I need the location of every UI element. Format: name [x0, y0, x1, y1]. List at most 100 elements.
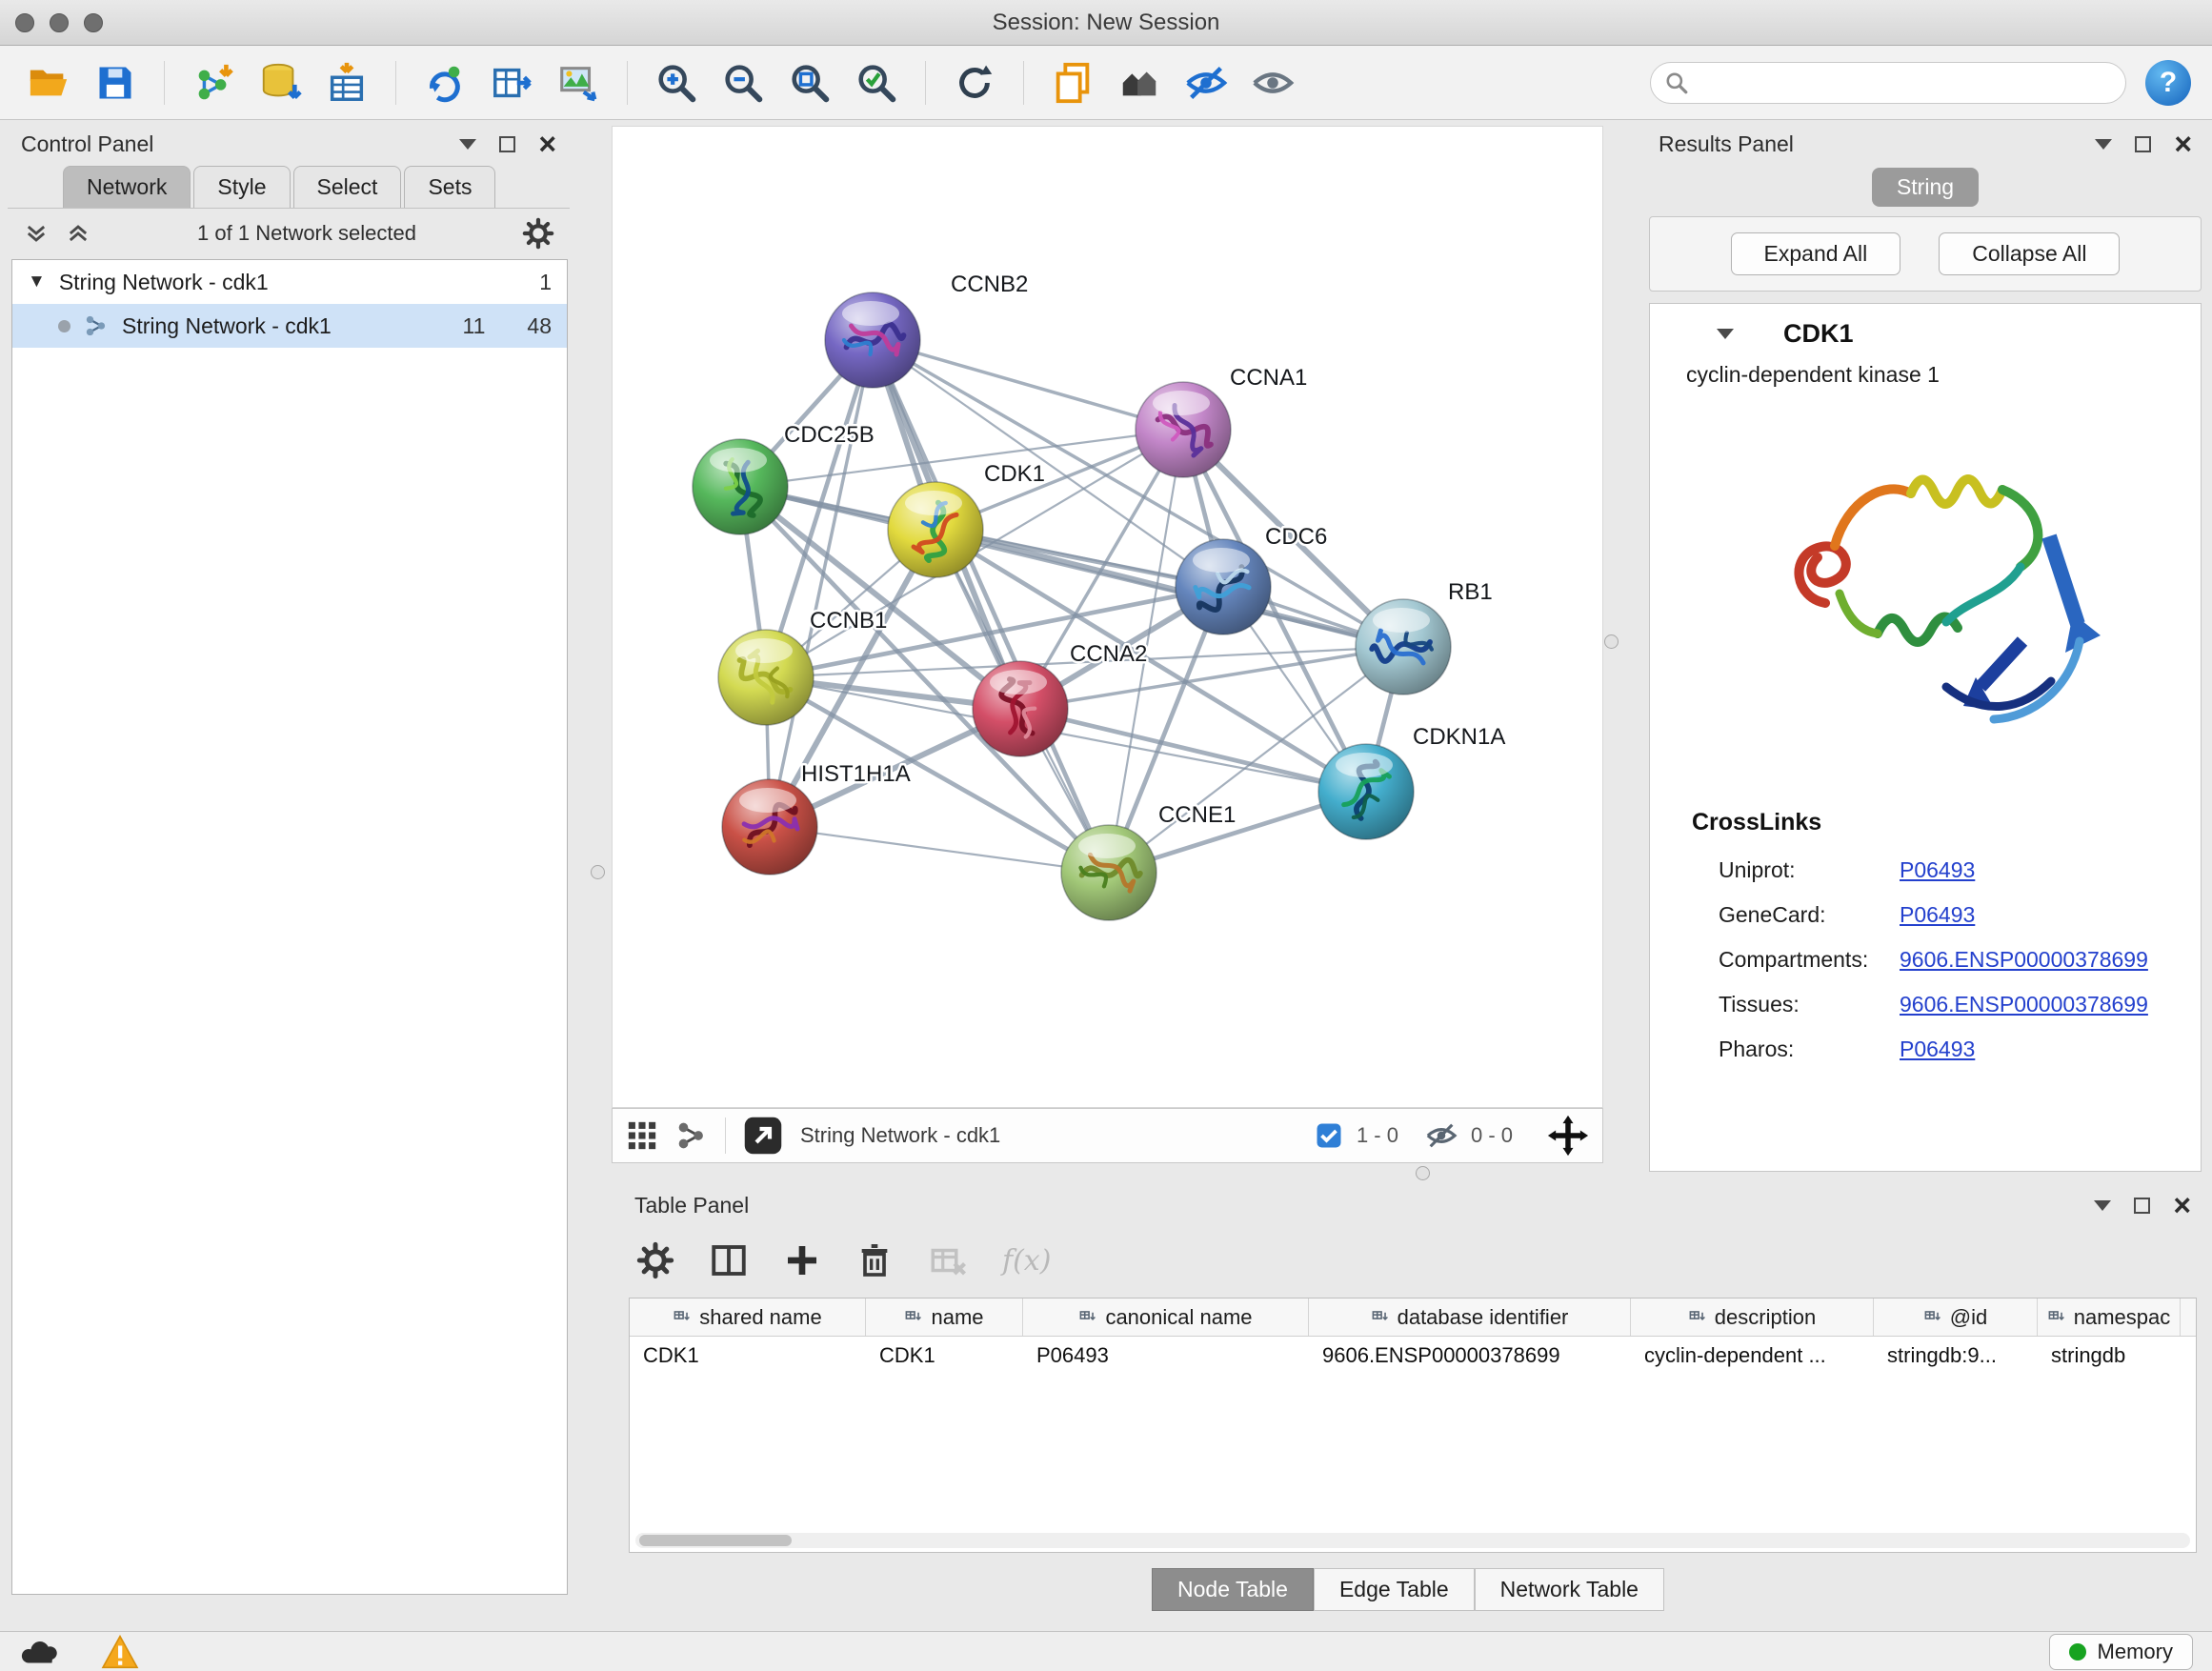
column-header-namespac[interactable]: namespac — [2038, 1299, 2181, 1336]
tab-sets[interactable]: Sets — [404, 166, 495, 208]
right-splitter-handle[interactable] — [1604, 634, 1619, 649]
crosslink-value[interactable]: P06493 — [1900, 857, 1975, 883]
node-CCNB2[interactable] — [825, 292, 920, 388]
table-row[interactable]: CDK1CDK1P064939606.ENSP00000378699cyclin… — [630, 1337, 2196, 1375]
node-CDC6[interactable] — [1176, 539, 1271, 634]
zoom-in-button[interactable] — [649, 55, 704, 111]
panel-menu-icon[interactable] — [2095, 139, 2112, 150]
column-type-icon — [2047, 1308, 2065, 1326]
network-view-toolbar: String Network - cdk1 1 - 0 0 - 0 — [612, 1108, 1603, 1163]
horizontal-scrollbar[interactable] — [635, 1533, 2190, 1548]
column-header-database-identifier[interactable]: database identifier — [1309, 1299, 1631, 1336]
collapse-all-button[interactable]: Collapse All — [1939, 232, 2120, 275]
close-window-button[interactable] — [15, 13, 34, 32]
preview-button[interactable] — [1245, 55, 1300, 111]
cloud-icon[interactable] — [19, 1636, 63, 1668]
warning-icon[interactable] — [101, 1635, 139, 1669]
tab-style[interactable]: Style — [193, 166, 290, 208]
network-overview-icon[interactable] — [675, 1119, 708, 1152]
tab-select[interactable]: Select — [293, 166, 402, 208]
close-panel-icon[interactable]: × — [2173, 1190, 2191, 1220]
column-header-canonical-name[interactable]: canonical name — [1023, 1299, 1309, 1336]
float-panel-icon[interactable] — [499, 136, 515, 152]
help-button[interactable]: ? — [2145, 60, 2191, 106]
add-icon[interactable] — [783, 1241, 821, 1279]
float-panel-icon[interactable] — [2134, 1198, 2150, 1214]
zoom-window-button[interactable] — [84, 13, 103, 32]
import-table-from-file-button[interactable] — [319, 55, 374, 111]
node-CCNE1[interactable] — [1061, 825, 1156, 920]
search-input[interactable] — [1699, 70, 2112, 95]
search-bar[interactable] — [1650, 62, 2126, 104]
tree-expander-icon[interactable]: ▼ — [28, 272, 46, 292]
network-view-canvas[interactable]: CCNB2CCNA1CDC25BCDK1CDC6RB1CCNB1CCNA2CDK… — [612, 126, 1603, 1108]
crosslink-row: Compartments:9606.ENSP00000378699 — [1650, 937, 2201, 982]
selected-checkbox-icon[interactable] — [1315, 1121, 1343, 1150]
node-CCNA2[interactable] — [973, 661, 1068, 756]
panel-menu-icon[interactable] — [2094, 1200, 2111, 1211]
pan-crosshair-icon[interactable] — [1547, 1115, 1589, 1157]
tab-string[interactable]: String — [1872, 168, 1979, 207]
import-network-from-file-button[interactable] — [186, 55, 241, 111]
table-cell: stringdb:9... — [1874, 1337, 2038, 1375]
node-CDK1[interactable] — [888, 482, 983, 577]
node-label-HIST1H1A: HIST1H1A — [801, 761, 911, 787]
crosslink-value[interactable]: P06493 — [1900, 1037, 1975, 1062]
open-session-button[interactable] — [21, 55, 76, 111]
open-in-new-window-icon[interactable] — [743, 1116, 783, 1156]
node-CDKN1A[interactable] — [1318, 744, 1414, 839]
export-table-button[interactable] — [484, 55, 539, 111]
node-CCNB1[interactable] — [718, 630, 814, 725]
column-header-name[interactable]: name — [866, 1299, 1023, 1336]
node-RB1[interactable] — [1356, 599, 1451, 695]
tab-network-table[interactable]: Network Table — [1475, 1568, 1664, 1611]
zoom-out-button[interactable] — [715, 55, 771, 111]
section-expander-icon[interactable] — [1717, 329, 1734, 339]
crosslink-value[interactable]: P06493 — [1900, 902, 1975, 928]
gear-icon[interactable] — [636, 1241, 674, 1279]
table-cell: CDK1 — [866, 1337, 1023, 1375]
node-CCNA1[interactable] — [1136, 382, 1231, 477]
panel-menu-icon[interactable] — [459, 139, 476, 150]
network-collection-row[interactable]: ▼ String Network - cdk1 1 — [12, 260, 567, 304]
save-session-button[interactable] — [88, 55, 143, 111]
crosslink-value[interactable]: 9606.ENSP00000378699 — [1900, 992, 2148, 1017]
tab-node-table[interactable]: Node Table — [1152, 1568, 1314, 1611]
column-header-shared-name[interactable]: shared name — [630, 1299, 866, 1336]
column-header-description[interactable]: description — [1631, 1299, 1874, 1336]
edge-count: 48 — [527, 313, 552, 339]
bottom-splitter-handle[interactable] — [1416, 1166, 1430, 1180]
grid-view-icon[interactable] — [626, 1119, 658, 1152]
minimize-window-button[interactable] — [50, 13, 69, 32]
float-panel-icon[interactable] — [2135, 136, 2151, 152]
collapse-all-icon[interactable] — [23, 220, 50, 247]
delete-icon[interactable] — [855, 1241, 894, 1279]
home-button[interactable] — [1112, 55, 1167, 111]
show-columns-icon[interactable] — [709, 1240, 749, 1280]
node-HIST1H1A[interactable] — [722, 779, 817, 875]
tab-edge-table[interactable]: Edge Table — [1314, 1568, 1475, 1611]
expand-all-button[interactable]: Expand All — [1731, 232, 1901, 275]
left-splitter-handle[interactable] — [591, 865, 605, 879]
memory-button[interactable]: Memory — [2049, 1634, 2193, 1670]
copy-document-button[interactable] — [1045, 55, 1100, 111]
export-image-button[interactable] — [551, 55, 606, 111]
close-panel-icon[interactable]: × — [538, 129, 556, 159]
hidden-eye-slash-icon[interactable] — [1425, 1119, 1458, 1152]
hide-graphics-button[interactable] — [1178, 55, 1234, 111]
close-panel-icon[interactable]: × — [2174, 129, 2192, 159]
scrollbar-thumb[interactable] — [639, 1535, 792, 1546]
import-network-from-database-button[interactable] — [252, 55, 308, 111]
node-CDC25B[interactable] — [693, 439, 788, 534]
crosslink-value[interactable]: 9606.ENSP00000378699 — [1900, 947, 2148, 973]
column-header--id[interactable]: @id — [1874, 1299, 2038, 1336]
tab-network[interactable]: Network — [63, 166, 191, 208]
refresh-view-button[interactable] — [947, 55, 1002, 111]
zoom-fit-button[interactable] — [782, 55, 837, 111]
network-from-selection-button[interactable] — [417, 55, 473, 111]
network-row-label: String Network - cdk1 — [122, 313, 332, 339]
expand-all-icon[interactable] — [65, 220, 91, 247]
network-row[interactable]: String Network - cdk1 11 48 — [12, 304, 567, 348]
gear-icon[interactable] — [522, 217, 554, 250]
zoom-selected-button[interactable] — [849, 55, 904, 111]
